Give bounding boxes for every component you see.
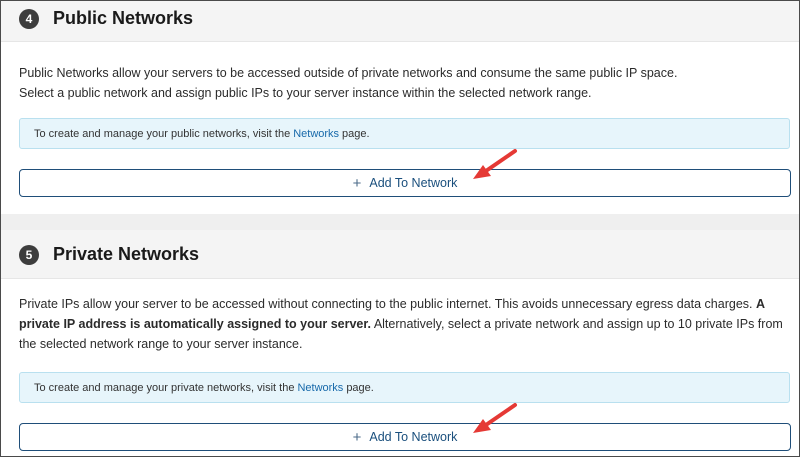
description-text: Private IPs allow your server to be acce… (19, 297, 753, 311)
step-badge: 5 (19, 245, 39, 265)
info-text: To create and manage your public network… (34, 127, 291, 140)
section-divider (1, 214, 799, 230)
private-networks-section: 5 Private Networks Private IPs allow you… (1, 230, 799, 456)
description-line: Select a public network and assign publi… (19, 86, 592, 100)
section-title: Public Networks (53, 8, 194, 28)
button-label: Add To Network (369, 430, 458, 444)
plus-icon: + (352, 174, 362, 192)
private-networks-header: 5 Private Networks (1, 230, 799, 279)
red-arrow-icon (473, 403, 517, 433)
public-networks-section: 4 Public Networks Public Networks allow … (1, 1, 799, 214)
page-frame: 4 Public Networks Public Networks allow … (0, 0, 800, 457)
info-text: page. (346, 381, 374, 394)
info-alert: To create and manage your private networ… (19, 372, 790, 403)
public-networks-header: 4 Public Networks (1, 1, 799, 42)
info-alert: To create and manage your public network… (19, 118, 790, 149)
button-label: Add To Network (369, 176, 458, 190)
networks-link[interactable]: Networks (293, 128, 339, 140)
section-description: Private IPs allow your server to be acce… (19, 294, 787, 354)
plus-icon: + (352, 428, 362, 446)
section-title: Private Networks (53, 244, 200, 264)
networks-link[interactable]: Networks (297, 382, 343, 394)
info-text: To create and manage your private networ… (34, 381, 295, 394)
info-text: page. (342, 127, 370, 140)
add-to-network-button[interactable]: + Add To Network (19, 423, 791, 451)
add-to-network-button[interactable]: + Add To Network (19, 169, 791, 197)
description-line: Public Networks allow your servers to be… (19, 66, 678, 80)
section-description: Public Networks allow your servers to be… (19, 63, 787, 103)
red-arrow-icon (473, 149, 517, 179)
step-badge: 4 (19, 9, 39, 29)
